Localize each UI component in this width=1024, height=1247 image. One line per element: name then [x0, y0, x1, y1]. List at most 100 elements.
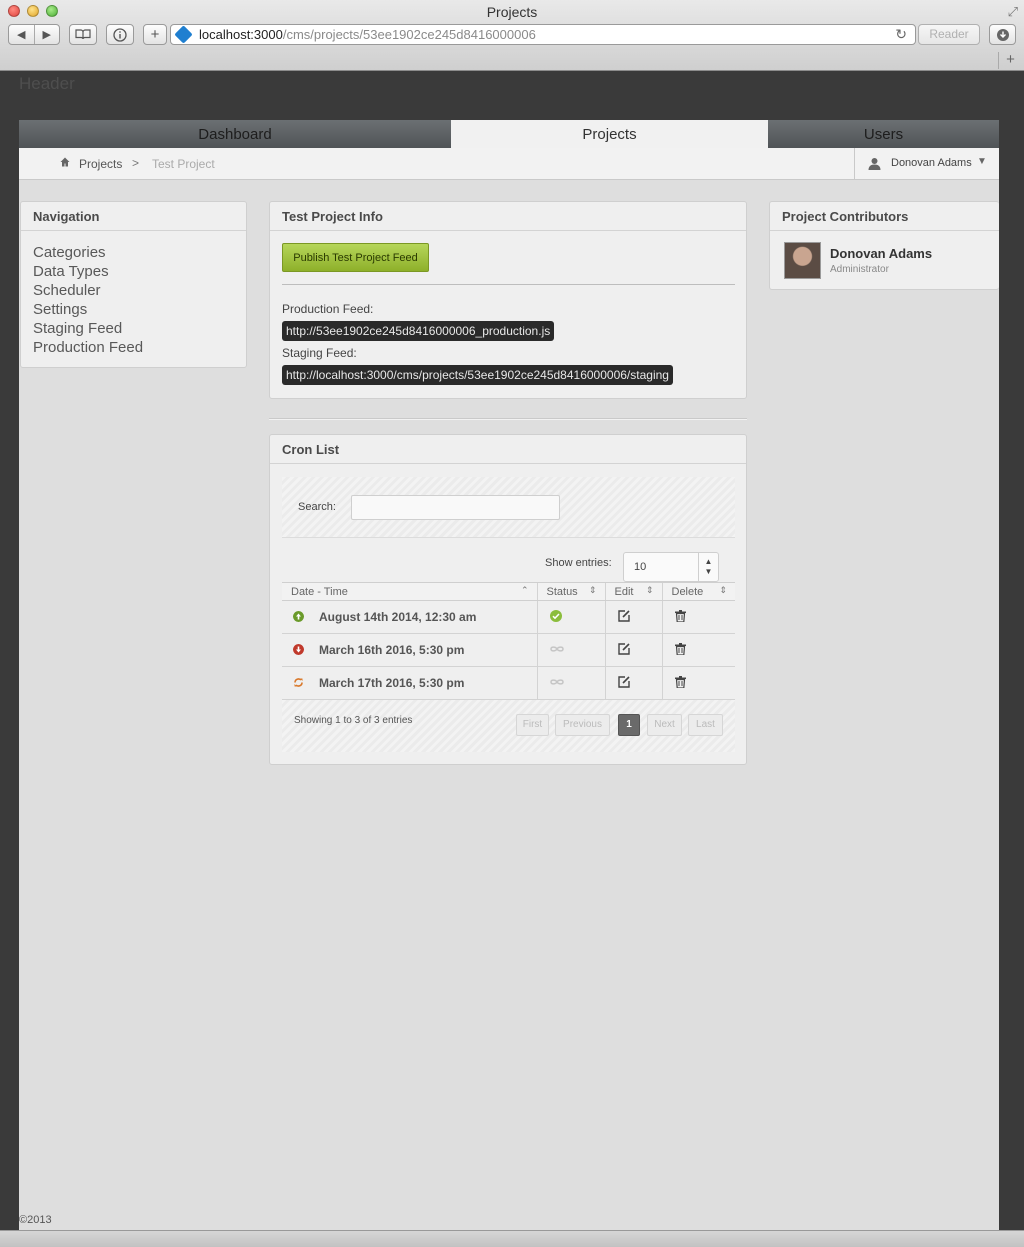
pagination-current-page[interactable]: 1 [618, 714, 640, 736]
breadcrumb-separator: > [132, 156, 140, 170]
tab-dashboard[interactable]: Dashboard [19, 120, 451, 148]
sort-icon: ⇕ [719, 585, 727, 595]
cron-list-panel: Cron List Search: Show entries: 10 ▲ ▼ Da… [269, 434, 747, 765]
nav-item-scheduler[interactable]: Scheduler [33, 281, 234, 300]
trash-icon[interactable] [674, 675, 686, 689]
infinity-icon [549, 646, 564, 652]
nav-item-production-feed[interactable]: Production Feed [33, 338, 234, 357]
window-title: Projects [486, 4, 538, 20]
downloads-button[interactable] [989, 24, 1016, 45]
back-arrow-icon[interactable]: ◀ [9, 28, 34, 41]
info-icon [113, 27, 127, 42]
staging-feed-url[interactable]: http://localhost:3000/cms/projects/53ee1… [282, 365, 673, 385]
browser-status-bar [0, 1230, 1024, 1247]
user-menu[interactable]: Donovan Adams ▼ [854, 148, 999, 179]
showing-entries-text: Showing 1 to 3 of 3 entries [294, 715, 413, 726]
search-label: Search: [298, 501, 336, 513]
navigation-list: Categories Data Types Scheduler Settings… [21, 231, 246, 369]
repeat-icon [294, 678, 303, 687]
navigation-title: Navigation [21, 202, 246, 231]
reader-button[interactable]: Reader [918, 24, 980, 45]
cron-datetime-text: August 14th 2014, 12:30 am [319, 610, 477, 624]
table-row: March 16th 2016, 5:30 pm [282, 633, 735, 667]
contributor-name[interactable]: Donovan Adams [830, 246, 932, 261]
pagination-last[interactable]: Last [688, 714, 723, 736]
edit-icon[interactable] [617, 642, 630, 655]
delete-cell [661, 600, 735, 634]
status-cell [536, 633, 605, 667]
show-entries-value: 10 [634, 561, 647, 573]
table-row: August 14th 2014, 12:30 am [282, 600, 735, 634]
cron-datetime-text: March 17th 2016, 5:30 pm [319, 676, 465, 690]
divider [282, 284, 735, 285]
back-forward-group: ◀ ▶ [8, 24, 60, 45]
edit-cell [604, 600, 662, 634]
show-entries-label: Show entries: [545, 557, 612, 569]
forward-arrow-icon[interactable]: ▶ [35, 28, 60, 41]
cron-list-title: Cron List [270, 435, 746, 464]
url-host: localhost:3000 [199, 27, 283, 42]
tab-users[interactable]: Users [768, 120, 999, 148]
bookmarks-button[interactable] [69, 24, 97, 45]
trash-icon[interactable] [674, 609, 686, 623]
staging-feed-label: Staging Feed: [282, 346, 357, 360]
user-name: Donovan Adams [891, 157, 972, 169]
publish-feed-button[interactable]: Publish Test Project Feed [282, 243, 429, 272]
status-cell [536, 600, 605, 634]
add-bookmark-button[interactable]: + [143, 24, 167, 45]
navigation-panel: Navigation Categories Data Types Schedul… [20, 201, 247, 368]
edit-cell [604, 633, 662, 667]
sort-asc-icon: ⌃ [520, 585, 529, 595]
cron-datetime: August 14th 2014, 12:30 am [282, 600, 537, 634]
project-info-panel: Test Project Info Publish Test Project F… [269, 201, 747, 399]
sort-icon: ⇕ [645, 585, 654, 595]
column-label: Edit [614, 585, 634, 598]
show-entries-select[interactable]: 10 ▲ ▼ [623, 552, 719, 582]
breadcrumb-projects-link[interactable]: Projects [79, 157, 122, 171]
column-label: Date - Time [291, 585, 348, 598]
address-bar[interactable]: localhost:3000/cms/projects/53ee1902ce24… [170, 24, 916, 45]
trash-icon[interactable] [674, 642, 686, 656]
nav-item-data-types[interactable]: Data Types [33, 262, 234, 281]
section-divider [269, 418, 747, 420]
reload-icon[interactable]: ↻ [895, 26, 907, 43]
column-header-status[interactable]: Status ⇕ [536, 582, 605, 601]
edit-icon[interactable] [617, 675, 630, 688]
check-circle-icon [549, 609, 562, 622]
copyright: ©2013 [19, 1214, 52, 1226]
pagination-first[interactable]: First [516, 714, 549, 736]
nav-item-staging-feed[interactable]: Staging Feed [33, 319, 234, 338]
breadcrumb: Projects > Test Project Donovan Adams ▼ [19, 148, 999, 180]
contributors-panel: Project Contributors Donovan Adams Admin… [769, 201, 999, 290]
project-info-title: Test Project Info [270, 202, 746, 231]
page-header: Header [19, 74, 75, 93]
delete-cell [661, 666, 735, 700]
pagination-next[interactable]: Next [647, 714, 682, 736]
column-header-delete[interactable]: Delete ⇕ [661, 582, 735, 601]
pagination-previous[interactable]: Previous [555, 714, 610, 736]
production-feed-label: Production Feed: [282, 302, 374, 316]
column-header-date-time[interactable]: Date - Time ⌃ [282, 582, 537, 601]
user-icon [868, 158, 881, 170]
nav-item-settings[interactable]: Settings [33, 300, 234, 319]
table-row: March 17th 2016, 5:30 pm [282, 666, 735, 700]
delete-cell [661, 633, 735, 667]
edit-icon[interactable] [617, 609, 630, 622]
app-container: Dashboard Projects Users Projects > Test… [19, 120, 999, 1230]
info-button[interactable] [106, 24, 134, 45]
column-label: Status [546, 585, 578, 598]
avatar[interactable] [784, 242, 821, 279]
fullscreen-icon[interactable]: ⤢ [1008, 4, 1018, 20]
infinity-icon [549, 679, 564, 685]
column-label: Delete [671, 585, 704, 598]
column-header-edit[interactable]: Edit ⇕ [604, 582, 662, 601]
search-input[interactable] [351, 495, 560, 520]
home-icon[interactable] [60, 157, 70, 167]
production-feed-url[interactable]: http://53ee1902ce245d8416000006_producti… [282, 321, 555, 341]
arrow-up-circle-icon [293, 611, 304, 622]
tab-projects[interactable]: Projects [451, 120, 768, 148]
cron-datetime-text: March 16th 2016, 5:30 pm [319, 643, 465, 657]
main-tabs: Dashboard Projects Users [19, 120, 999, 148]
nav-item-categories[interactable]: Categories [33, 243, 234, 262]
new-tab-button[interactable]: + [998, 52, 1022, 69]
